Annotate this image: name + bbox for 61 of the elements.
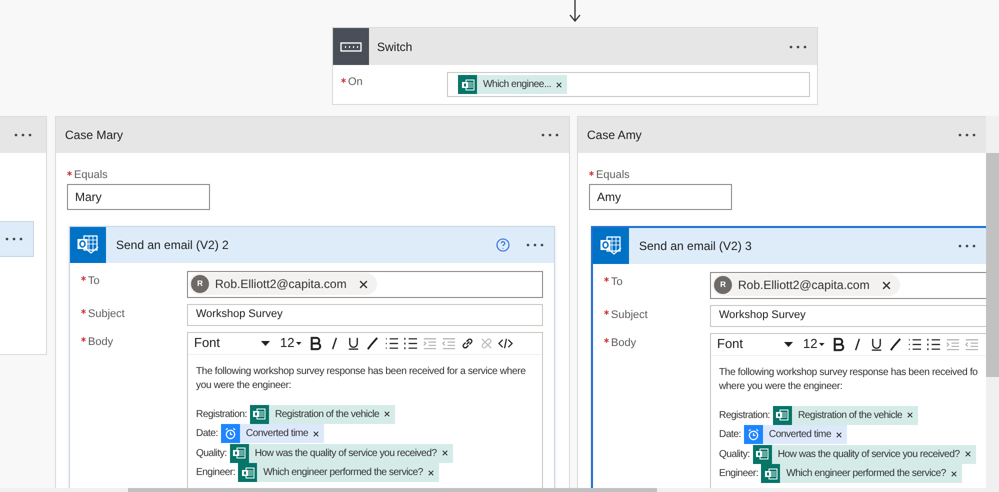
size-dropdown[interactable]: 12: [276, 332, 306, 354]
action-header[interactable]: Send an email (V2) 3: [593, 228, 986, 264]
body-text: Registration:: [196, 408, 247, 422]
field-label: Body: [611, 336, 636, 350]
token[interactable]: How was the quality of service you received?: [230, 444, 453, 463]
token[interactable]: Registration of the vehicle: [772, 406, 918, 425]
body-text: The following workshop survey response has been received fo: [719, 366, 978, 380]
token[interactable]: Converted time: [744, 425, 848, 444]
token[interactable]: Which engineer performed the service?: [761, 464, 962, 484]
token-label: Registration of the vehicle: [798, 408, 902, 423]
field-label: Subject: [611, 308, 648, 322]
token-label: Which engineer performed the service?: [786, 467, 946, 482]
token[interactable]: How was the quality of service you received?: [752, 444, 976, 464]
body-text: Date:: [719, 428, 741, 442]
equals-field[interactable]: Mary: [67, 184, 210, 210]
field-label: To: [611, 274, 623, 290]
body-text: Registration:: [719, 408, 770, 423]
action-header[interactable]: Send an email (V2) 2: [70, 226, 554, 262]
token-label: How was the quality of service you received?: [778, 448, 960, 462]
body-text: Quality:: [196, 446, 227, 461]
field-label: Equals: [74, 168, 108, 183]
card-title: Switch: [377, 38, 412, 56]
token[interactable]: Which engineer performed the service?: [238, 463, 439, 482]
body-text: Engineer:: [719, 467, 758, 482]
body-text: where you were the engineer:: [719, 380, 842, 394]
recipient-email: Rob.Elliott2@capita.com: [738, 277, 870, 294]
body-text: Date:: [196, 427, 218, 442]
token-label: Converted time: [768, 428, 832, 442]
avatar: R: [191, 275, 209, 293]
token-label: Registration of the vehicle: [274, 408, 380, 422]
body-text: Quality:: [719, 448, 750, 462]
token[interactable]: Which enginee...: [458, 75, 568, 94]
body-text: The following workshop survey response has been received for a service where: [196, 364, 526, 378]
field-label: To: [88, 274, 100, 288]
body-text: Engineer:: [196, 466, 236, 480]
subject-field[interactable]: Workshop Survey: [187, 304, 543, 326]
token-label: How was the quality of service you received?: [254, 446, 437, 461]
body-text: you were the engineer:: [196, 378, 292, 392]
to-field[interactable]: R Rob.Elliott2@capita.com: [710, 272, 986, 298]
equals-field[interactable]: Amy: [589, 184, 732, 210]
action-title: Send an email (V2) 2: [116, 236, 229, 254]
field-label: Body: [88, 334, 114, 350]
token-label: Which enginee...: [483, 78, 552, 92]
case-title: Case Amy: [587, 127, 642, 144]
avatar: R: [714, 276, 732, 294]
subject-field[interactable]: Workshop Survey: [710, 304, 986, 326]
field-label: On: [348, 75, 363, 90]
token-label: Converted time: [246, 427, 308, 442]
token-label: Which engineer performed the service?: [263, 466, 423, 480]
on-field[interactable]: Which enginee...: [447, 72, 810, 97]
token[interactable]: Registration of the vehicle: [250, 404, 396, 424]
to-field[interactable]: R Rob.Elliott2@capita.com: [187, 270, 543, 298]
size-dropdown[interactable]: 12: [799, 334, 829, 354]
recipient-chip[interactable]: R Rob.Elliott2@capita.com: [712, 274, 900, 296]
case-title: Case Mary: [65, 127, 124, 144]
recipient-email: Rob.Elliott2@capita.com: [215, 276, 347, 293]
field-label: Subject: [88, 306, 125, 322]
token[interactable]: Converted time: [220, 424, 324, 444]
field-label: Equals: [596, 168, 630, 183]
recipient-chip[interactable]: R Rob.Elliott2@capita.com: [189, 273, 377, 295]
action-title: Send an email (V2) 3: [639, 238, 752, 254]
